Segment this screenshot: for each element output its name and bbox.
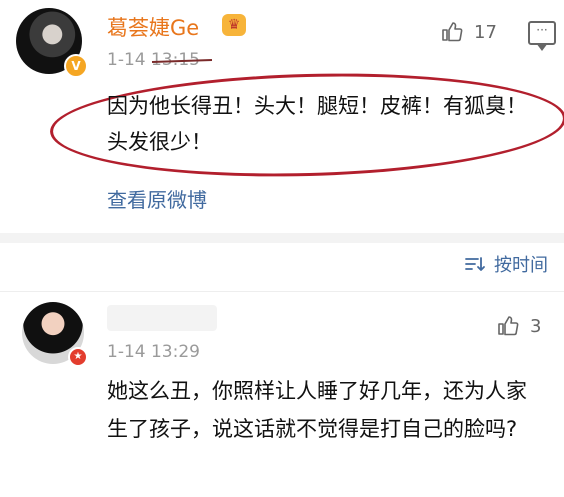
username[interactable]: 葛荟婕Ge bbox=[107, 12, 199, 42]
timestamp: 1-14 13:29 bbox=[107, 342, 200, 362]
badge-icon: ★ bbox=[68, 347, 88, 367]
comment-text: 因为他长得丑！头大！腿短！皮裤！有狐臭！头发很少！ bbox=[107, 94, 527, 154]
verified-badge-icon: V bbox=[64, 54, 88, 78]
sort-label: 按时间 bbox=[494, 255, 548, 276]
sort-button[interactable]: 按时间 bbox=[464, 251, 548, 277]
crown-icon: ♛ bbox=[222, 14, 246, 36]
comment-icon[interactable]: ··· bbox=[528, 21, 556, 51]
like-button[interactable]: 17 bbox=[440, 20, 497, 44]
username-blurred[interactable] bbox=[107, 305, 217, 331]
like-count: 3 bbox=[530, 315, 542, 337]
sort-icon bbox=[465, 257, 485, 271]
section-separator bbox=[0, 233, 564, 243]
thumbs-up-icon bbox=[498, 316, 519, 336]
like-count: 17 bbox=[474, 21, 497, 43]
view-original-link[interactable]: 查看原微博 bbox=[107, 184, 207, 213]
comment-text: 她这么丑，你照样让人睡了好几年，还为人家生了孩子，说这话就不觉得是打自己的脸吗? bbox=[107, 379, 527, 441]
thumbs-up-icon bbox=[442, 22, 463, 42]
like-button[interactable]: 3 bbox=[496, 314, 541, 338]
